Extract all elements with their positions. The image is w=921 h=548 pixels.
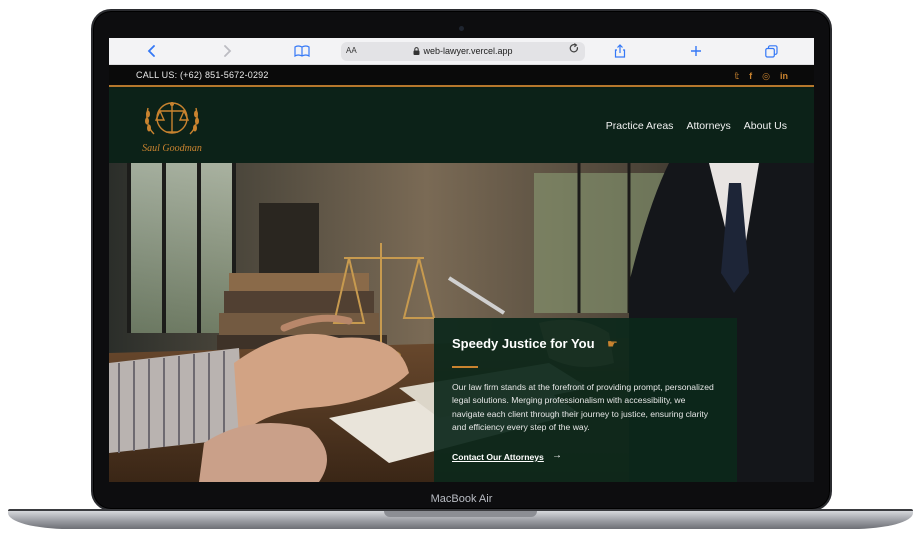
hero-section: Speedy Justice for You ☛ Our law firm st…: [109, 163, 814, 482]
scales-logo-icon: [145, 102, 199, 135]
screen: AA web-lawyer.vercel.app CALL US: (+62) …: [109, 38, 814, 482]
contact-attorneys-link[interactable]: Contact Our Attorneys: [452, 452, 544, 462]
site-header: Saul Goodman Practice Areas Attorneys Ab…: [109, 89, 814, 163]
tabs-icon[interactable]: [763, 43, 779, 59]
share-icon[interactable]: [612, 43, 628, 59]
browser-toolbar: AA web-lawyer.vercel.app: [109, 38, 814, 65]
main-nav: Practice Areas Attorneys About Us: [606, 120, 787, 132]
base-notch: [384, 511, 537, 517]
hand-pointing-icon: ☛: [607, 337, 618, 351]
hero-description: Our law firm stands at the forefront of …: [452, 382, 714, 433]
laptop-mockup: AA web-lawyer.vercel.app CALL US: (+62) …: [0, 0, 921, 548]
url-container: web-lawyer.vercel.app: [341, 46, 585, 57]
reload-icon[interactable]: [569, 43, 579, 57]
address-bar[interactable]: AA web-lawyer.vercel.app: [341, 42, 585, 61]
hero-title: Speedy Justice for You: [452, 336, 595, 351]
lock-icon: [413, 46, 420, 57]
twitter-icon[interactable]: 𝕥: [735, 70, 740, 82]
arrow-right-icon: →: [552, 450, 562, 461]
hero-card: Speedy Justice for You ☛ Our law firm st…: [434, 318, 737, 482]
contact-topbar: CALL US: (+62) 851-5672-0292 𝕥 f ◎ in: [109, 65, 814, 87]
instagram-icon[interactable]: ◎: [762, 70, 770, 82]
reader-icon[interactable]: [293, 43, 311, 59]
nav-practice-areas[interactable]: Practice Areas: [606, 120, 674, 132]
logo[interactable]: Saul Goodman: [136, 96, 208, 158]
logo-text: Saul Goodman: [142, 143, 202, 154]
forward-icon[interactable]: [220, 43, 234, 59]
title-divider: [452, 366, 478, 368]
nav-attorneys[interactable]: Attorneys: [686, 120, 730, 132]
new-tab-icon[interactable]: [688, 43, 704, 59]
url-text: web-lawyer.vercel.app: [423, 46, 513, 56]
back-icon[interactable]: [145, 43, 159, 59]
social-links: 𝕥 f ◎ in: [735, 70, 788, 82]
facebook-icon[interactable]: f: [749, 70, 752, 82]
call-us-text: CALL US: (+62) 851-5672-0292: [136, 70, 269, 80]
nav-about-us[interactable]: About Us: [744, 120, 787, 132]
linkedin-icon[interactable]: in: [780, 70, 788, 82]
camera-icon: [459, 26, 464, 31]
